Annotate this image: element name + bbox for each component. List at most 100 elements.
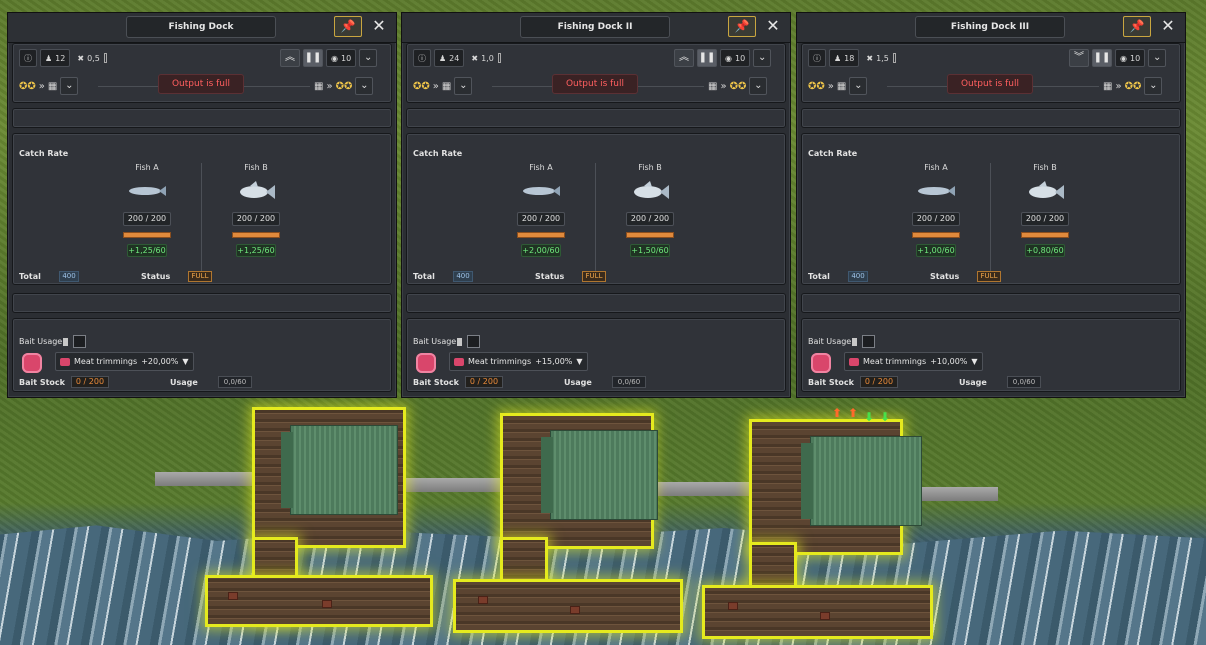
dock-pier (456, 582, 680, 630)
bait-selector-dropdown[interactable]: Meat trimmings +20,00% ▼ (55, 352, 194, 371)
fish-count: 200 / 200 (1021, 212, 1069, 226)
upgrade-button[interactable]: ︽ (674, 49, 694, 67)
meat-trimmings-small-icon (60, 357, 70, 366)
bait-usage-checkbox[interactable] (73, 335, 86, 348)
catch-rate-label: Catch Rate (413, 149, 463, 158)
factory-icon: ▦ (708, 80, 718, 92)
priority-selector[interactable]: ◉ 10 (1115, 49, 1146, 67)
fish-b-column: Fish B 200 / 200 +1,50/60 (610, 163, 690, 257)
info-button[interactable]: ⓘ (19, 49, 37, 67)
pin-icon[interactable]: 📌 (334, 16, 362, 37)
info-button[interactable]: ⓘ (413, 49, 431, 67)
building-inspector-panel-3: Fishing Dock III 📌 ✕ ⓘ ♟ 18 ✖ 1,5 ︾ ❚❚ ◉ 10… (796, 12, 1186, 398)
output-logistics-dropdown[interactable]: ⌄ (1144, 77, 1163, 95)
output-logistics-dropdown[interactable]: ⌄ (749, 77, 768, 95)
fish-a-icon (501, 178, 581, 204)
input-goods-icon: ✪✪ (19, 80, 36, 92)
input-logistics-dropdown[interactable]: ⌄ (849, 77, 868, 95)
pause-button[interactable]: ❚❚ (697, 49, 717, 67)
bait-usage-checkbox[interactable] (862, 335, 875, 348)
fish-rate: +1,00/60 (916, 244, 956, 257)
bait-usage-label: Bait Usage (808, 337, 858, 346)
worker-icon: ♟ (45, 53, 53, 63)
panel-title: Fishing Dock II (520, 16, 670, 38)
chevron-down-icon: ⌄ (854, 80, 863, 91)
divider (98, 86, 158, 87)
pause-icon: ❚❚ (698, 52, 716, 63)
pause-icon: ❚❚ (304, 52, 322, 63)
usage-value: 0,0/60 (612, 376, 646, 388)
divider (638, 86, 704, 87)
tool-rate-value: 0,5 (87, 53, 100, 63)
pin-icon[interactable]: 📌 (1123, 16, 1151, 37)
double-chevron-up-icon: ︽ (285, 52, 295, 63)
bait-bonus: +10,00% (930, 357, 968, 366)
actions-row: ︽ ❚❚ ◉ 10 ⌄ (280, 49, 378, 67)
meat-trimmings-small-icon (849, 357, 859, 366)
bait-stock-label: Bait Stock (413, 378, 459, 387)
building-inspector-panel-2: Fishing Dock II 📌 ✕ ⓘ ♟ 24 ✖ 1,0 ︽ ❚❚ ◉ 10 … (401, 12, 791, 398)
chevron-down-icon: ⌄ (459, 80, 468, 91)
panel-titlebar[interactable]: Fishing Dock 📌 ✕ (8, 13, 396, 43)
priority-selector[interactable]: ◉ 10 (720, 49, 751, 67)
bait-selector-dropdown[interactable]: Meat trimmings +15,00% ▼ (449, 352, 588, 371)
info-button[interactable]: ⓘ (808, 49, 826, 67)
arrow-right-icon: » (827, 80, 834, 92)
crate (820, 612, 830, 620)
tool-rate-display: ✖ 1,5 (862, 49, 899, 67)
panel-titlebar[interactable]: Fishing Dock II 📌 ✕ (402, 13, 790, 43)
workers-count: 12 (55, 53, 66, 63)
close-icon[interactable]: ✕ (368, 15, 390, 37)
input-logistics-dropdown[interactable]: ⌄ (60, 77, 79, 95)
capacity-bar (626, 232, 674, 238)
upgrade-button[interactable]: ︽ (280, 49, 300, 67)
divider (887, 86, 947, 87)
bait-stock-label: Bait Stock (19, 378, 65, 387)
fish-count: 200 / 200 (123, 212, 171, 226)
output-arrow-icon: ⬆ (848, 406, 859, 420)
pause-button[interactable]: ❚❚ (303, 49, 323, 67)
column-divider (201, 163, 202, 277)
upgrade-button[interactable]: ︾ (1069, 49, 1089, 67)
panel-titlebar[interactable]: Fishing Dock III 📌 ✕ (797, 13, 1185, 43)
road-segment (655, 482, 755, 496)
chevron-down-icon: ▼ (182, 357, 189, 366)
pause-button[interactable]: ❚❚ (1092, 49, 1112, 67)
dock-roof (801, 436, 922, 526)
priority-value: 10 (734, 53, 746, 63)
close-icon[interactable]: ✕ (762, 15, 784, 37)
workers-display: ♟ 12 (40, 49, 71, 67)
chevron-down-icon: ▼ (576, 357, 583, 366)
chevron-down-icon: ⌄ (360, 80, 369, 91)
divider (1033, 86, 1099, 87)
bait-usage-label: Bait Usage (413, 337, 463, 346)
section-header-bar (406, 293, 786, 313)
total-label: Total (413, 272, 435, 281)
bait-usage-checkbox[interactable] (467, 335, 480, 348)
priority-dropdown-button[interactable]: ⌄ (1148, 49, 1167, 67)
capacity-bar (517, 232, 565, 238)
info-marker (852, 337, 858, 346)
priority-dropdown-button[interactable]: ⌄ (359, 49, 378, 67)
pin-icon[interactable]: 📌 (728, 16, 756, 37)
fish-name: Fish B (1033, 163, 1057, 172)
output-logistics-row: ▦ » ✪✪ ⌄ (708, 77, 768, 95)
usage-label: Usage (564, 378, 592, 387)
crate (478, 596, 488, 604)
input-logistics-dropdown[interactable]: ⌄ (454, 77, 473, 95)
output-logistics-dropdown[interactable]: ⌄ (355, 77, 374, 95)
chevron-down-icon: ⌄ (1152, 52, 1162, 63)
info-marker (63, 337, 69, 346)
usage-label: Usage (170, 378, 198, 387)
priority-dropdown-button[interactable]: ⌄ (753, 49, 772, 67)
priority-selector[interactable]: ◉ 10 (326, 49, 357, 67)
fish-name: Fish B (638, 163, 662, 172)
fish-rate: +2,00/60 (521, 244, 561, 257)
tools-icon: ✖ (471, 53, 479, 63)
stats-row: ⓘ ♟ 24 ✖ 1,0 (413, 49, 505, 67)
bait-selector-dropdown[interactable]: Meat trimmings +10,00% ▼ (844, 352, 983, 371)
fish-rate: +1,50/60 (630, 244, 670, 257)
status-label: Status (141, 272, 171, 281)
input-goods-icon: ✪✪ (413, 80, 430, 92)
close-icon[interactable]: ✕ (1157, 15, 1179, 37)
